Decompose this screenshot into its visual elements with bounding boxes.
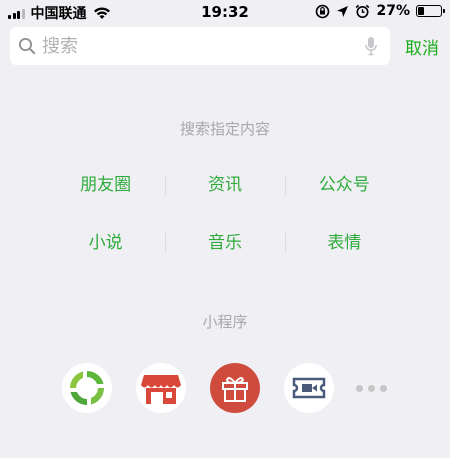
battery-icon xyxy=(416,5,445,17)
status-bar: 中国联通 19:32 27% xyxy=(0,0,450,24)
status-right: 27% xyxy=(315,3,445,19)
category-row-2: 小说 音乐 表情 xyxy=(46,228,404,258)
ticket-icon xyxy=(292,377,326,399)
orientation-lock-icon xyxy=(316,4,330,18)
mini-program-gift[interactable] xyxy=(210,363,260,413)
gift-icon xyxy=(222,377,248,402)
shop-icon xyxy=(141,375,181,404)
mini-program-shop[interactable] xyxy=(136,363,186,413)
category-news[interactable]: 资讯 xyxy=(165,170,284,200)
search-input[interactable] xyxy=(36,35,364,57)
category-moments[interactable]: 朋友圈 xyxy=(46,170,165,200)
cancel-button[interactable]: 取消 xyxy=(398,34,446,59)
category-official-accounts[interactable]: 公众号 xyxy=(284,170,404,200)
battery-percent: 27% xyxy=(376,3,410,19)
more-dots-icon[interactable] xyxy=(356,384,387,392)
mini-program-ticket[interactable] xyxy=(284,363,334,413)
category-novels[interactable]: 小说 xyxy=(46,228,165,258)
microphone-icon[interactable] xyxy=(364,36,378,56)
mini-program-recycle[interactable] xyxy=(62,363,112,413)
search-specified-title: 搜索指定内容 xyxy=(179,120,270,138)
search-box[interactable] xyxy=(10,27,390,65)
category-stickers[interactable]: 表情 xyxy=(284,228,404,258)
recycle-icon xyxy=(62,363,112,413)
mini-programs-row xyxy=(62,363,387,413)
search-icon xyxy=(19,38,36,55)
search-header: 取消 xyxy=(0,24,450,70)
alarm-icon xyxy=(356,4,370,18)
location-icon xyxy=(337,5,349,17)
screen: 中国联通 19:32 27% 搜索 取消 搜索指定内容 朋友圈 资讯 公众号 小… xyxy=(0,0,450,458)
category-row-1: 朋友圈 资讯 公众号 xyxy=(46,170,404,200)
category-music[interactable]: 音乐 xyxy=(165,228,284,258)
mini-programs-title: 小程序 xyxy=(202,313,248,331)
